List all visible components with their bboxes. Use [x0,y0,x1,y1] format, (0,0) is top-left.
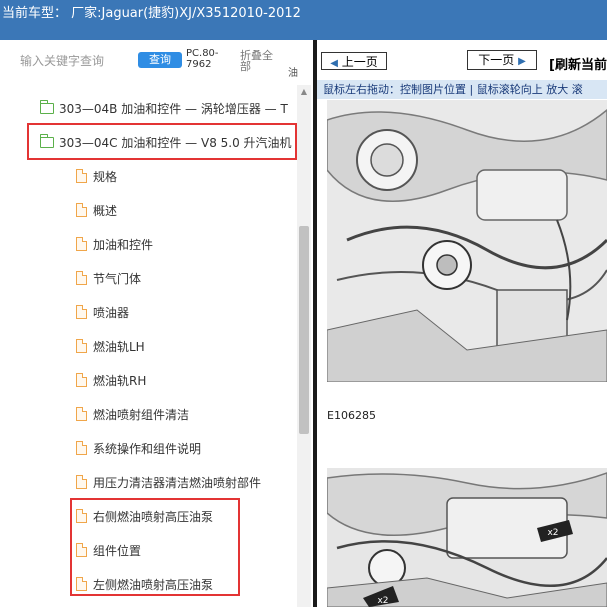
engine-illustration [327,100,607,382]
prev-page-button[interactable]: ◀ 上一页 [321,52,387,70]
tree-item-fuel-controls[interactable]: 加油和控件 [76,227,296,261]
scroll-up-icon[interactable]: ▲ [297,85,311,99]
document-icon [76,169,87,183]
tree-item-label: 系统操作和组件说明 [93,441,202,456]
prev-page-label: 上一页 [341,55,378,69]
tree-item-label: 用压力清洁器清洁燃油喷射部件 [93,475,262,490]
fold-all-button[interactable]: 折叠全部 [240,50,280,72]
tree-item-fuel-rail-rh[interactable]: 燃油轨RH [76,363,296,397]
viewer-nav: ◀ 上一页 下一页 ▶ [刷新当前 [317,40,607,80]
tree-item-fuel-rail-lh[interactable]: 燃油轨LH [76,329,296,363]
next-page-label: 下一页 [478,53,515,67]
tree-item-label: 燃油喷射组件清洁 [93,407,190,422]
query-button[interactable]: 查询 [138,52,182,68]
search-row: 输入关键字查询 查询 PC.80-7962 折叠全部 油 [0,40,313,84]
engine-illustration-2: x2 x2 [327,468,607,607]
tree-item-label: 规格 [93,169,118,184]
document-icon [76,407,87,421]
tree-item-injection-cleaning[interactable]: 燃油喷射组件清洁 [76,397,296,431]
figure-label: E106285 [325,409,378,422]
document-icon [76,373,87,387]
callout-1-text: x2 [547,528,558,538]
tree-folder-label: 303—04B 加油和控件 — 涡轮增压器 — T [59,101,288,116]
tree-folder-303-04b[interactable]: 303—04B 加油和控件 — 涡轮增压器 — T [40,91,295,125]
next-page-button[interactable]: 下一页 ▶ [467,50,537,70]
tree-item-label: 燃油轨LH [93,339,145,354]
tree-item-overview[interactable]: 概述 [76,193,296,227]
tree-item-label: 概述 [93,203,118,218]
document-icon [76,441,87,455]
document-icon [76,271,87,285]
search-input[interactable]: 输入关键字查询 [20,52,104,69]
engine-diagram-image[interactable] [327,100,607,382]
tree-item-pressure-cleaning[interactable]: 用压力清洁器清洁燃油喷射部件 [76,465,296,499]
pc-label: PC.80-7962 [186,48,219,70]
tree-item-throttle-body[interactable]: 节气门体 [76,261,296,295]
folder-icon [40,99,54,114]
refresh-current-button[interactable]: [刷新当前 [549,54,607,73]
highlight-box-items [70,498,240,596]
highlight-box-folder [27,123,297,160]
document-icon [76,305,87,319]
header-bar: 当前车型： 厂家:Jaguar(捷豹)XJ/X3512010-2012 [0,0,607,40]
right-arrow-icon: ▶ [518,56,526,67]
document-icon [76,339,87,353]
viewer-hint: 鼠标左右拖动：控制图片位置 | 鼠标滚轮向上 放大 滚 [317,80,607,99]
left-arrow-icon: ◀ [330,58,338,69]
scrollbar-thumb[interactable] [299,226,309,434]
tree-item-specs[interactable]: 规格 [76,159,296,193]
tree-item-label: 加油和控件 [93,237,154,252]
left-panel: 输入关键字查询 查询 PC.80-7962 折叠全部 油 303—04B 加油和… [0,40,313,607]
document-icon [76,237,87,251]
truncated-label: 油 [288,68,298,79]
document-icon [76,475,87,489]
tree-item-system-operation[interactable]: 系统操作和组件说明 [76,431,296,465]
tree-item-injector[interactable]: 喷油器 [76,295,296,329]
engine-diagram-image-2[interactable]: x2 x2 [327,468,607,607]
tree-item-label: 喷油器 [93,305,130,320]
document-icon [76,203,87,217]
tree-item-label: 节气门体 [93,271,142,286]
viewer-panel: ◀ 上一页 下一页 ▶ [刷新当前 鼠标左右拖动：控制图片位置 | 鼠标滚轮向上… [313,40,607,607]
tree-item-label: 燃油轨RH [93,373,147,388]
current-vehicle-label: 当前车型： 厂家:Jaguar(捷豹)XJ/X3512010-2012 [2,6,301,21]
callout-2-text: x2 [377,596,388,606]
